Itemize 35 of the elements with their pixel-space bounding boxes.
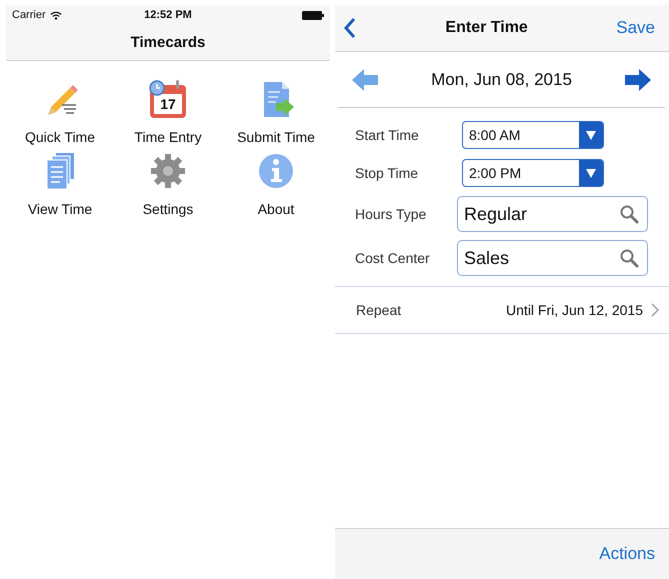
dropdown-icon (586, 168, 596, 178)
menu-tile[interactable]: 17 Time Entry (114, 79, 222, 145)
menu-tile[interactable]: View Time (6, 151, 114, 217)
info-icon (256, 151, 296, 191)
battery-icon (302, 10, 324, 20)
right-arrow-icon[interactable] (624, 68, 651, 90)
dropdown-icon (586, 130, 596, 140)
actions-link[interactable]: Actions (599, 544, 655, 564)
field-label: Cost Center (355, 250, 431, 266)
search-field[interactable]: Sales (457, 240, 648, 276)
carrier-label: Carrier (12, 9, 46, 21)
back-icon[interactable] (343, 17, 357, 39)
search-icon[interactable] (619, 204, 639, 224)
screen-title: Timecards (130, 34, 206, 51)
field-label: Hours Type (355, 206, 428, 222)
wifi-icon (50, 10, 62, 20)
field-label: Stop Time (355, 165, 420, 181)
field-label: Start Time (355, 127, 420, 143)
left-arrow-icon[interactable] (352, 68, 378, 90)
menu-tile[interactable]: Settings (114, 151, 222, 217)
settings-icon (148, 151, 188, 191)
time-dropdown[interactable]: 2:00 PM (462, 159, 604, 187)
save-link[interactable]: Save (616, 18, 655, 38)
status-time: 12:52 PM (144, 9, 192, 21)
menu-tile[interactable]: About (222, 151, 330, 217)
date-label: Mon, Jun 08, 2015 (431, 70, 572, 90)
chevron-icon (651, 303, 659, 317)
menu-tile[interactable]: Submit Time (222, 79, 330, 145)
repeat-value: Until Fri, Jun 12, 2015 (506, 302, 643, 318)
search-icon[interactable] (619, 248, 639, 268)
search-field[interactable]: Regular (457, 196, 648, 232)
repeat-label: Repeat (356, 302, 402, 318)
menu-tile[interactable]: Quick Time (6, 79, 114, 145)
screen-title: Enter Time (445, 19, 528, 37)
time-dropdown[interactable]: 8:00 AM (462, 121, 604, 149)
